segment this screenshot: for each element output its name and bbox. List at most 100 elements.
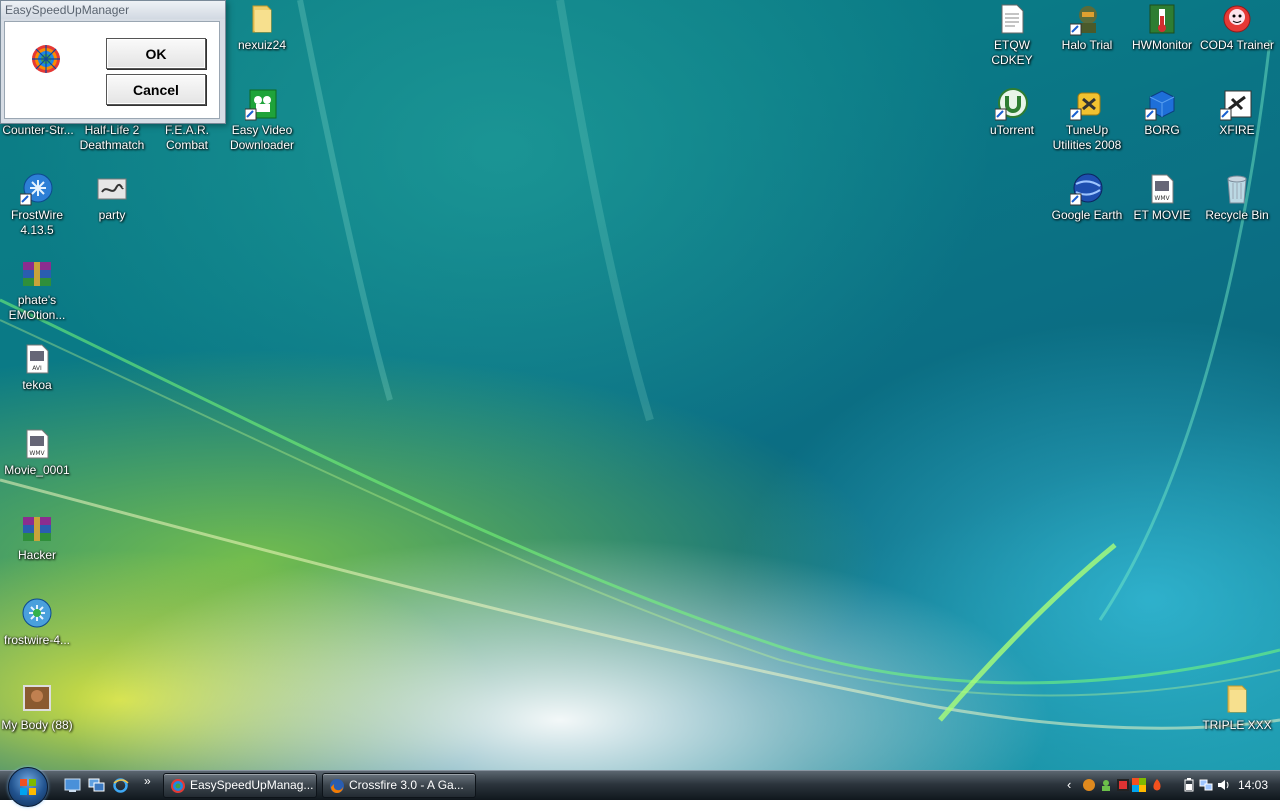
tray-app-icon-2[interactable]: [1116, 778, 1130, 792]
desktop-icon-movie-0001[interactable]: WMV Movie_0001: [0, 427, 75, 478]
desktop-icon-label: Movie_0001: [4, 463, 70, 477]
desktop-icon-label: XFIRE: [1219, 123, 1255, 137]
text-document-icon: [1001, 4, 1024, 34]
desktop-icon-label: BORG: [1144, 123, 1180, 137]
desktop-icon-label: Hacker: [17, 548, 56, 562]
desktop-icon-label: Google Earth: [1051, 208, 1123, 222]
video-downloader-icon: [245, 89, 277, 121]
desktop-icon-halo-trial[interactable]: Halo Trial: [1049, 2, 1125, 53]
desktop-icon-cod4-trainer[interactable]: COD4 Trainer: [1199, 2, 1275, 53]
desktop-icon-hacker[interactable]: Hacker: [0, 512, 75, 563]
tray-app-icon[interactable]: [1082, 778, 1096, 792]
wmv-file-icon: WMV: [26, 429, 49, 459]
internet-explorer-icon[interactable]: [112, 778, 129, 793]
ok-button[interactable]: OK: [106, 38, 206, 69]
tray-colorful-icon[interactable]: [1132, 778, 1146, 792]
desktop-icon-label: ET MOVIE: [1133, 208, 1191, 222]
desktop-icon-tekoa[interactable]: AVI tekoa: [0, 342, 75, 393]
easyspeedup-icon: [171, 779, 185, 793]
volume-icon[interactable]: [1216, 778, 1230, 792]
cube-icon: [1145, 90, 1175, 121]
svg-text:AVI: AVI: [32, 365, 42, 372]
desktop-icon-label: tekoa: [22, 378, 52, 392]
desktop-icon-tuneup-utilities[interactable]: TuneUp Utilities 2008: [1049, 87, 1125, 153]
xfire-icon: [1220, 90, 1252, 121]
wmv-file-icon: WMV: [1151, 174, 1174, 204]
desktop-icon-my-body[interactable]: My Body (88): [0, 682, 75, 733]
desktop-icon-label: phate's EMOtion...: [8, 293, 66, 322]
tray-expand-chevron[interactable]: ‹: [1067, 777, 1071, 792]
desktop-icon-label: My Body (88): [1, 718, 73, 732]
recycle-bin-icon: [1227, 175, 1247, 204]
folder-icon: [1227, 685, 1247, 713]
desktop-icon-frostwire[interactable]: FrostWire 4.13.5: [0, 172, 75, 238]
desktop-icon-phates-emotion[interactable]: phate's EMOtion...: [0, 257, 75, 323]
svg-text:WMV: WMV: [1154, 195, 1170, 202]
desktop-icon-label: frostwire-4...: [3, 633, 70, 647]
desktop-icon-utorrent[interactable]: uTorrent: [974, 87, 1050, 138]
folder-icon: [252, 5, 272, 33]
desktop-icon-label: uTorrent: [989, 123, 1035, 137]
firefox-icon: [330, 779, 344, 793]
winrar-archive-icon: [23, 262, 51, 286]
desktop-icon-borg[interactable]: BORG: [1124, 87, 1200, 138]
windows-logo-icon: [20, 779, 36, 795]
desktop-icon-label: Counter-Str...: [2, 123, 74, 137]
frostwire-icon: [20, 173, 53, 206]
desktop-icon-label: Halo Trial: [1061, 38, 1113, 52]
desktop-icon-label: party: [98, 208, 126, 222]
tray-network-user-icon[interactable]: [1099, 778, 1113, 792]
quick-launch-overflow-chevron[interactable]: »: [144, 774, 151, 788]
desktop-icon-etqw-cdkey[interactable]: ETQW CDKEY: [974, 2, 1050, 68]
battery-icon[interactable]: [1182, 778, 1196, 792]
desktop-icon-frostwire-installer[interactable]: frostwire-4...: [0, 597, 75, 648]
clock[interactable]: 14:03: [1238, 778, 1268, 792]
avi-file-icon: AVI: [26, 344, 49, 374]
easyspeedup-icon: [32, 45, 60, 73]
desktop-icon-party[interactable]: party: [74, 172, 150, 223]
desktop-icon-xfire[interactable]: XFIRE: [1199, 87, 1275, 138]
show-desktop-icon[interactable]: [64, 778, 81, 793]
desktop-icon-label: HWMonitor: [1131, 38, 1192, 52]
desktop-icon-label: FrostWire 4.13.5: [11, 208, 63, 237]
taskbar-button-label: Crossfire 3.0 - A Ga...: [349, 778, 464, 792]
desktop-icon-label: Half-Life 2 Deathmatch: [79, 123, 145, 152]
switch-windows-icon[interactable]: [88, 778, 105, 793]
taskbar: » EasySpeedUpManag... Crossfire 3.0 - A …: [0, 767, 1280, 807]
desktop-icon-hwmonitor[interactable]: HWMonitor: [1124, 2, 1200, 53]
frostwire-icon: [22, 598, 52, 628]
halo-icon: [1070, 6, 1097, 36]
start-button[interactable]: [8, 767, 48, 807]
desktop-icon-label: TuneUp Utilities 2008: [1052, 123, 1122, 152]
trainer-icon: [1223, 5, 1251, 33]
svg-text:WMV: WMV: [29, 450, 45, 457]
taskbar-button-crossfire[interactable]: Crossfire 3.0 - A Ga...: [322, 773, 476, 798]
hwmonitor-icon: [1149, 4, 1175, 34]
desktop-icon-label: Recycle Bin: [1205, 208, 1269, 222]
desktop-icon-et-movie[interactable]: WMV ET MOVIE: [1124, 172, 1200, 223]
desktop-icon-label: COD4 Trainer: [1199, 38, 1275, 52]
desktop-icon-recycle-bin[interactable]: Recycle Bin: [1199, 172, 1275, 223]
desktop-icon-triple-xxx[interactable]: TRIPLE XXX: [1199, 682, 1275, 733]
desktop-icon-label: TRIPLE XXX: [1202, 718, 1272, 732]
taskbar-button-label: EasySpeedUpManag...: [190, 778, 314, 792]
dialog-title[interactable]: EasySpeedUpManager: [1, 1, 225, 19]
desktop-icon-label: nexuiz24: [237, 38, 287, 52]
tray-flame-icon[interactable]: [1150, 778, 1164, 792]
desktop[interactable]: nexuiz24 Counter-Str... Half-Life 2 Deat…: [0, 0, 1280, 770]
utorrent-icon: [995, 88, 1028, 121]
desktop-icon-label: Easy Video Downloader: [229, 123, 295, 152]
desktop-icon-easy-video-downloader[interactable]: Easy Video Downloader: [224, 87, 300, 153]
tuneup-icon: [1070, 92, 1101, 121]
taskbar-button-easyspeedupmanager[interactable]: EasySpeedUpManag...: [163, 773, 317, 798]
desktop-icon-label: ETQW CDKEY: [991, 38, 1033, 67]
notification-area: ‹ 14:03: [1064, 773, 1280, 798]
network-icon[interactable]: [1199, 778, 1213, 792]
globe-icon: [1070, 173, 1103, 206]
desktop-icon-label: F.E.A.R. Combat: [164, 123, 209, 152]
cancel-button[interactable]: Cancel: [106, 74, 206, 105]
image-file-icon: [97, 178, 127, 200]
desktop-icon-nexuiz24[interactable]: nexuiz24: [224, 2, 300, 53]
easyspeedupmanager-dialog[interactable]: EasySpeedUpManager OK Cancel: [0, 0, 226, 124]
desktop-icon-google-earth[interactable]: Google Earth: [1049, 172, 1125, 223]
